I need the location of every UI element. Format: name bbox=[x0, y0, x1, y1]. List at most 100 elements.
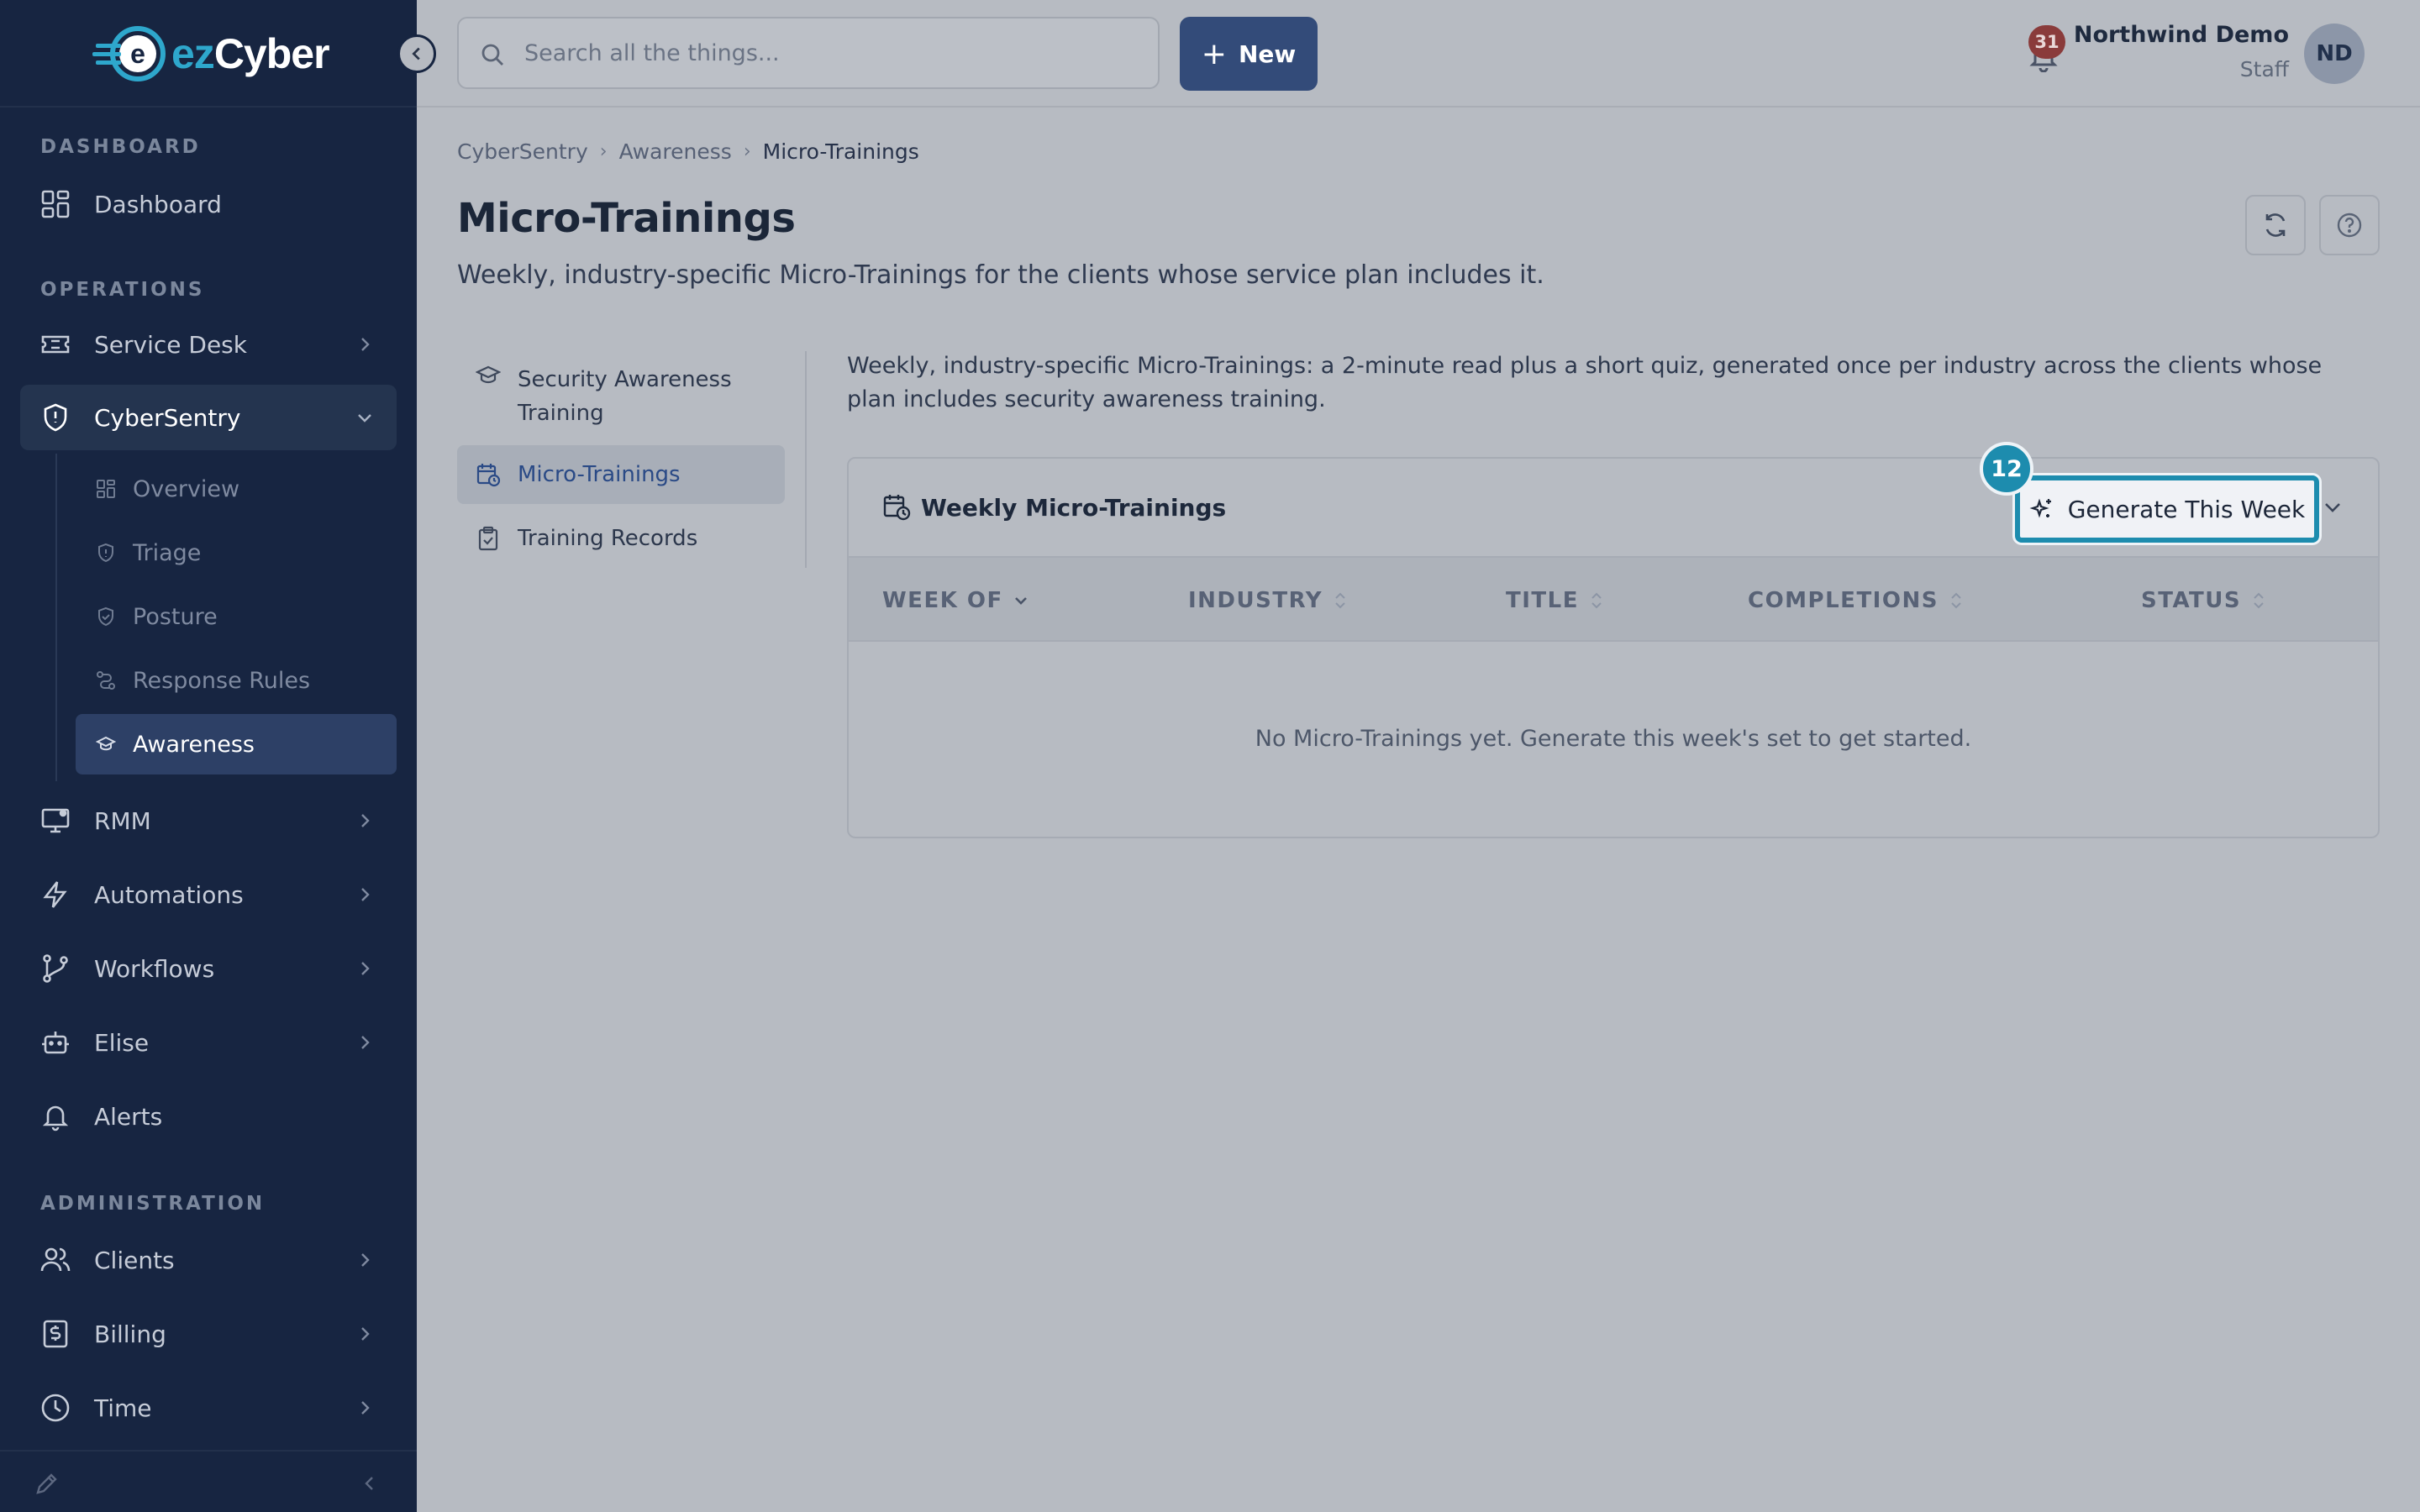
generate-this-week-button[interactable]: Generate This Week bbox=[2015, 475, 2319, 543]
calendar-clock-icon bbox=[476, 464, 501, 487]
sidebar-item-label: Automations bbox=[94, 880, 244, 909]
sidebar-item-time[interactable]: Time bbox=[20, 1375, 397, 1441]
git-branch-icon bbox=[43, 954, 68, 983]
grid-icon bbox=[97, 480, 115, 498]
chevron-right-icon bbox=[361, 1036, 370, 1049]
sidebar-subitem-triage[interactable]: Triage bbox=[76, 522, 397, 583]
column-header-label: WEEK OF bbox=[882, 588, 1003, 613]
sidebar-item-label: Workflows bbox=[94, 954, 215, 983]
sidebar-toggle-button[interactable] bbox=[397, 34, 436, 73]
column-header-label: INDUSTRY bbox=[1188, 588, 1323, 613]
pencil-icon[interactable] bbox=[34, 1470, 60, 1497]
sidebar-item-clients[interactable]: Clients bbox=[20, 1227, 397, 1293]
subnav-training-records[interactable]: Training Records bbox=[457, 509, 785, 568]
user-role: Staff bbox=[2239, 57, 2289, 81]
breadcrumb: CyberSentry › Awareness › Micro-Training… bbox=[457, 139, 919, 164]
subnav-label: Micro-Trainings bbox=[518, 462, 681, 487]
brand-logo[interactable]: e ezCyber bbox=[91, 22, 330, 86]
sidebar-subitem-label: Awareness bbox=[133, 731, 255, 758]
calendar-clock-icon bbox=[883, 495, 911, 521]
section-label-administration: ADMINISTRATION bbox=[40, 1193, 266, 1215]
shield-alert-icon bbox=[98, 543, 113, 563]
micro-trainings-card: Weekly Micro-Trainings Generate This Wee… bbox=[847, 457, 2380, 838]
sidebar-item-cybersentry[interactable]: CyberSentry bbox=[20, 385, 397, 450]
sidebar-item-elise[interactable]: Elise bbox=[20, 1010, 397, 1075]
logo-mark-icon: e bbox=[92, 26, 166, 81]
help-circle-icon bbox=[2337, 213, 2362, 238]
column-header-status[interactable]: STATUS bbox=[2141, 588, 2266, 613]
graduation-cap-icon bbox=[476, 365, 501, 384]
refresh-icon bbox=[2265, 213, 2286, 237]
column-header-industry[interactable]: INDUSTRY bbox=[1188, 588, 1348, 613]
sidebar-item-automations[interactable]: Automations bbox=[20, 862, 397, 927]
sidebar-item-label: RMM bbox=[94, 806, 151, 835]
grid-icon bbox=[41, 190, 70, 218]
chevron-right-icon bbox=[361, 338, 370, 351]
receipt-dollar-icon bbox=[43, 1320, 68, 1348]
shield-check-icon bbox=[98, 606, 113, 627]
column-header-label: TITLE bbox=[1506, 588, 1579, 613]
sidebar-item-label: Billing bbox=[94, 1320, 166, 1348]
subnav-divider bbox=[805, 351, 807, 568]
sidebar-subitem-response-rules[interactable]: Response Rules bbox=[76, 650, 397, 711]
column-header-title[interactable]: TITLE bbox=[1506, 588, 1604, 613]
subnav-label: Training Records bbox=[518, 526, 698, 551]
breadcrumb-item-awareness[interactable]: Awareness bbox=[619, 139, 732, 164]
chevron-right-icon bbox=[361, 962, 370, 975]
monitor-icon bbox=[41, 808, 70, 833]
sort-icon bbox=[1951, 592, 1961, 609]
section-description: Weekly, industry-specific Micro-Training… bbox=[847, 353, 2323, 412]
notification-count-badge: 31 bbox=[2028, 25, 2065, 59]
search-input[interactable]: Search all the things... bbox=[457, 17, 1160, 89]
plus-icon: + bbox=[1201, 36, 1227, 71]
column-header-label: COMPLETIONS bbox=[1748, 588, 1939, 613]
chevron-down-icon[interactable] bbox=[2321, 496, 2344, 519]
step-number-badge: 12 bbox=[1980, 442, 2033, 496]
search-placeholder: Search all the things... bbox=[524, 40, 780, 66]
card-title: Weekly Micro-Trainings bbox=[921, 494, 1227, 522]
sidebar-item-dashboard[interactable]: Dashboard bbox=[20, 171, 397, 237]
sidebar-subitem-awareness[interactable]: Awareness bbox=[76, 714, 397, 774]
robot-icon bbox=[42, 1032, 69, 1054]
sidebar-footer bbox=[0, 1450, 417, 1512]
collapse-sidebar-icon[interactable] bbox=[360, 1473, 380, 1494]
user-name: Northwind Demo bbox=[2073, 22, 2289, 48]
subnav-security-awareness-training[interactable]: Security Awareness Training bbox=[457, 360, 785, 428]
sort-icon bbox=[2254, 592, 2264, 609]
page-subtitle: Weekly, industry-specific Micro-Training… bbox=[457, 260, 1544, 290]
sidebar-item-label: Alerts bbox=[94, 1102, 163, 1131]
sidebar-item-label: Clients bbox=[94, 1246, 175, 1274]
sort-icon bbox=[1335, 592, 1345, 609]
help-button[interactable] bbox=[2319, 195, 2380, 255]
clipboard-check-icon bbox=[478, 526, 498, 551]
sidebar-item-billing[interactable]: Billing bbox=[20, 1301, 397, 1367]
sidebar-item-service-desk[interactable]: Service Desk bbox=[20, 312, 397, 377]
sidebar-item-rmm[interactable]: RMM bbox=[20, 788, 397, 853]
sidebar-subitem-posture[interactable]: Posture bbox=[76, 586, 397, 647]
sidebar-item-alerts[interactable]: Alerts bbox=[20, 1084, 397, 1149]
users-icon bbox=[40, 1247, 71, 1272]
column-header-label: STATUS bbox=[2141, 588, 2242, 613]
submenu-guide-line bbox=[55, 454, 57, 781]
ticket-icon bbox=[41, 335, 70, 354]
sidebar-subitem-overview[interactable]: Overview bbox=[76, 459, 397, 519]
lightning-icon bbox=[43, 881, 67, 908]
chevron-right-icon bbox=[361, 888, 370, 901]
refresh-button[interactable] bbox=[2245, 195, 2306, 255]
column-header-week-of[interactable]: WEEK OF bbox=[882, 588, 1028, 613]
sidebar-item-label: Dashboard bbox=[94, 190, 222, 218]
column-header-completions[interactable]: COMPLETIONS bbox=[1748, 588, 1964, 613]
shield-icon bbox=[44, 403, 67, 432]
sidebar-subitem-label: Overview bbox=[133, 475, 240, 502]
avatar[interactable]: ND bbox=[2304, 24, 2365, 84]
subnav-micro-trainings[interactable]: Micro-Trainings bbox=[457, 445, 785, 504]
sort-descending-icon bbox=[1014, 597, 1027, 605]
clock-icon bbox=[41, 1394, 70, 1422]
sidebar-subitem-label: Response Rules bbox=[133, 667, 311, 694]
sparkles-icon bbox=[2029, 498, 2051, 518]
sidebar-item-workflows[interactable]: Workflows bbox=[20, 936, 397, 1001]
card-header: Weekly Micro-Trainings Generate This Wee… bbox=[849, 459, 2378, 556]
breadcrumb-item-current: Micro-Trainings bbox=[762, 139, 919, 164]
new-button[interactable]: + New bbox=[1180, 17, 1318, 91]
breadcrumb-item-cybersentry[interactable]: CyberSentry bbox=[457, 139, 588, 164]
